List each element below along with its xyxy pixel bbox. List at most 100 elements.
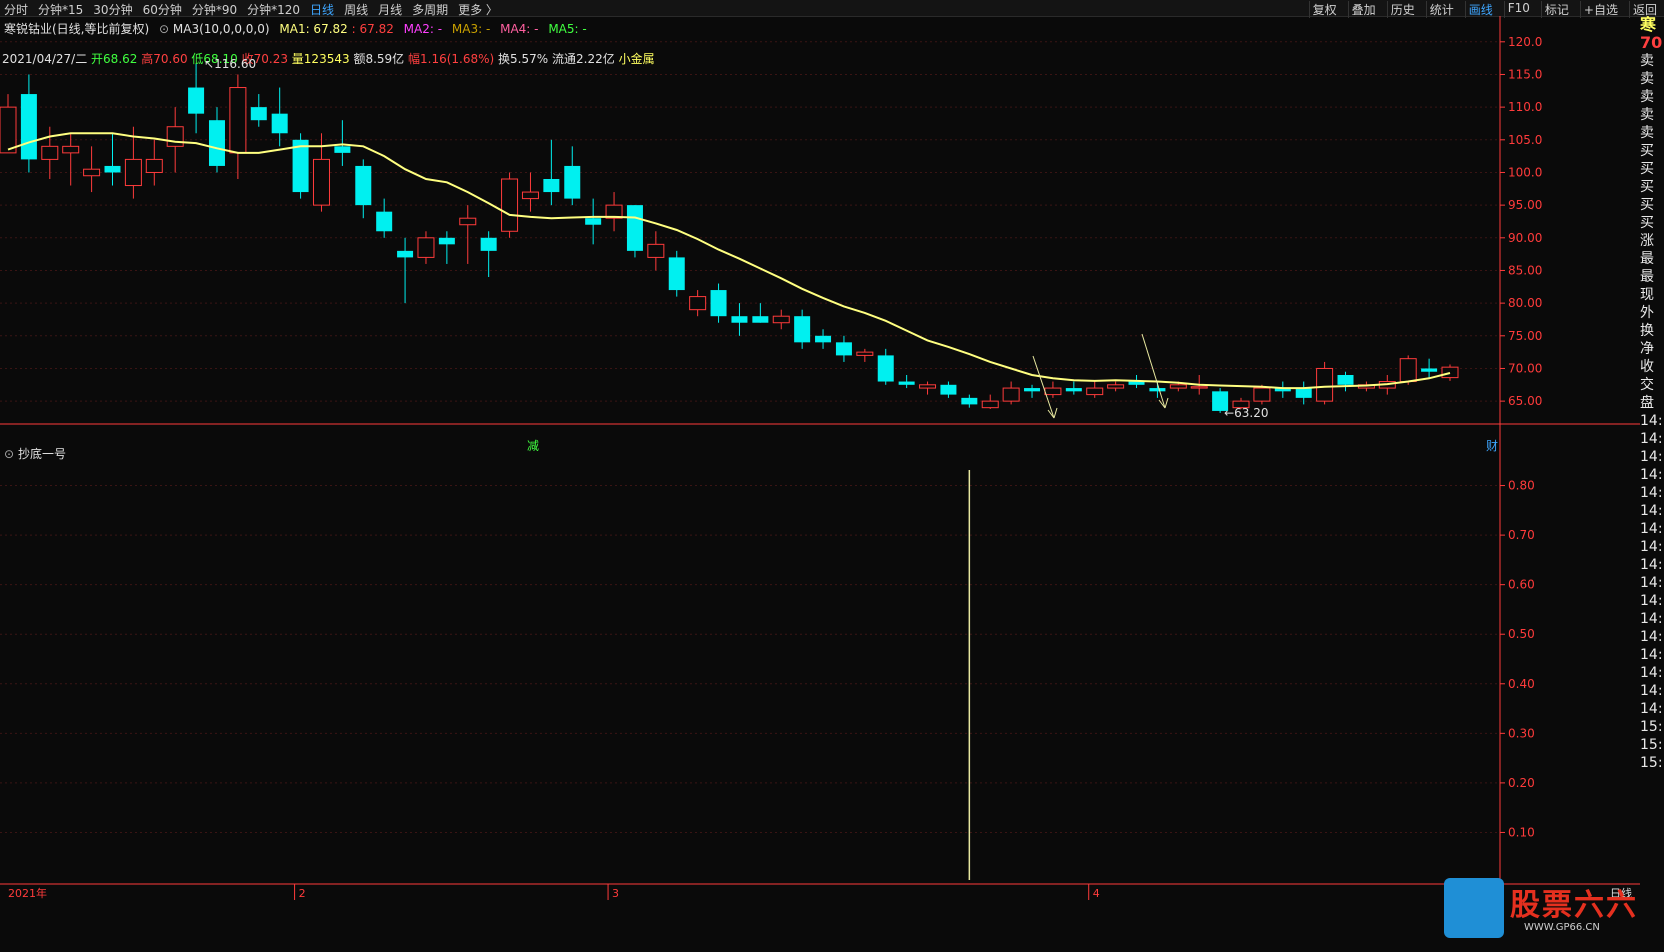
side-label: 14:	[1640, 701, 1663, 717]
candle-body	[62, 145, 80, 154]
y-tick-label: 110.0	[1508, 100, 1542, 114]
candle-body	[1316, 367, 1334, 402]
indicator-tick-label: 0.30	[1508, 726, 1535, 740]
side-label: 最	[1640, 251, 1654, 267]
y-tick-label: 70.00	[1508, 361, 1542, 375]
side-label: 卖	[1640, 53, 1654, 69]
candle-body	[145, 158, 163, 173]
high-annotation: ↖116.60	[204, 57, 256, 71]
top-toolbar: 分时 分钟*15 30分钟 60分钟 分钟*90 分钟*120 日线 周线 月线 多周期 更多 〉 …	[0, 0, 1664, 18]
side-label: 盘	[1640, 395, 1654, 411]
candle-body	[961, 397, 978, 405]
candle-body	[564, 165, 581, 199]
candle-body	[1024, 388, 1041, 392]
candle-body	[856, 351, 874, 356]
candle-body	[501, 178, 519, 232]
side-label: 14:	[1640, 413, 1663, 429]
side-quote-panel: 寒 70 卖卖卖卖卖买买买买买涨最最现外换净收交盘 14: 14: 14: 14: 14: 14…	[1640, 16, 1664, 952]
indicator-tick-label: 0.40	[1508, 677, 1535, 691]
drawn-arrow	[1032, 355, 1055, 419]
side-label: 15:	[1640, 719, 1663, 735]
x-tick-label: 3	[612, 887, 619, 900]
side-label: 14:	[1640, 575, 1663, 591]
side-label: 外	[1640, 305, 1654, 321]
candle-body	[731, 316, 748, 323]
y-tick-label: 85.00	[1508, 263, 1542, 277]
side-label: 14:	[1640, 467, 1663, 483]
candle-body	[1149, 388, 1166, 392]
side-label: 买	[1640, 215, 1654, 231]
candle-body	[772, 315, 790, 324]
candle-body	[689, 296, 707, 311]
candle-body	[20, 94, 37, 160]
candle-body	[334, 146, 351, 153]
candle-body	[1421, 368, 1438, 372]
y-tick-label: 100.0	[1508, 165, 1542, 179]
candle-body	[459, 217, 477, 226]
candle-body	[1190, 386, 1208, 389]
side-label: 换	[1640, 323, 1654, 339]
indicator-tick-label: 0.50	[1508, 627, 1535, 641]
candle-body	[41, 145, 59, 160]
logo-title: 股票六六	[1510, 888, 1638, 923]
side-label: 70	[1640, 33, 1663, 52]
side-label: 14:	[1640, 557, 1663, 573]
side-label: 买	[1640, 161, 1654, 177]
y-tick-label: 90.00	[1508, 231, 1542, 245]
y-tick-label: 75.00	[1508, 329, 1542, 343]
candle-body	[188, 87, 205, 114]
low-annotation: ←63.20	[1224, 406, 1268, 420]
candle-body	[208, 120, 225, 166]
x-tick-label: 4	[1093, 887, 1100, 900]
side-label: 买	[1640, 179, 1654, 195]
candle-body	[124, 158, 142, 187]
candle-body	[647, 243, 665, 258]
candle-body	[1002, 387, 1020, 402]
side-label: 14:	[1640, 593, 1663, 609]
y-tick-label: 95.00	[1508, 198, 1542, 212]
kline-chart[interactable]: 120.0 115.0 110.0 105.0 100.0 95.00 90.00 85.00…	[0, 16, 1640, 952]
candle-body	[417, 237, 435, 258]
candle-body	[752, 316, 769, 323]
indicator-tick-label: 0.10	[1508, 825, 1535, 839]
event-mark: 财	[1486, 439, 1498, 453]
side-label: 14:	[1640, 503, 1663, 519]
side-label: 卖	[1640, 71, 1654, 87]
side-label: 买	[1640, 197, 1654, 213]
candle-body	[438, 237, 455, 245]
candle-body	[355, 165, 372, 206]
x-tick-label: 2	[299, 887, 306, 900]
candle-body	[166, 126, 184, 147]
event-mark: 减	[527, 439, 539, 453]
side-label: 卖	[1640, 107, 1654, 123]
candle-body	[1337, 375, 1354, 385]
watermark-logo: 股票六六 WWW.GP66.CN	[1444, 878, 1644, 940]
candle-body	[919, 384, 937, 389]
candle-body	[815, 335, 832, 343]
side-label: 14:	[1640, 539, 1663, 555]
indicator-tick-label: 0.20	[1508, 776, 1535, 790]
side-label: 买	[1640, 143, 1654, 159]
side-label: 14:	[1640, 611, 1663, 627]
logo-site: WWW.GP66.CN	[1524, 922, 1600, 933]
side-label: 14:	[1640, 485, 1663, 501]
candle-body	[668, 257, 685, 291]
candle-body	[877, 355, 894, 382]
indicator-tick-label: 0.70	[1508, 528, 1535, 542]
side-label: 净	[1640, 341, 1654, 357]
candle-body	[312, 158, 330, 206]
candle-body	[521, 191, 539, 200]
ma-line	[7, 132, 1451, 390]
candle-body	[376, 211, 393, 232]
candle-body	[1295, 388, 1312, 398]
side-label: 14:	[1640, 683, 1663, 699]
drawn-arrow	[1141, 333, 1166, 409]
candle-body	[981, 400, 999, 409]
candle-body	[271, 113, 288, 134]
side-label: 收	[1640, 359, 1654, 375]
candle-body	[1253, 387, 1271, 402]
side-label: 15:	[1640, 737, 1663, 753]
y-tick-label: 65.00	[1508, 394, 1542, 408]
candle-body	[0, 106, 17, 154]
indicator-title: 抄底一号	[18, 446, 66, 461]
